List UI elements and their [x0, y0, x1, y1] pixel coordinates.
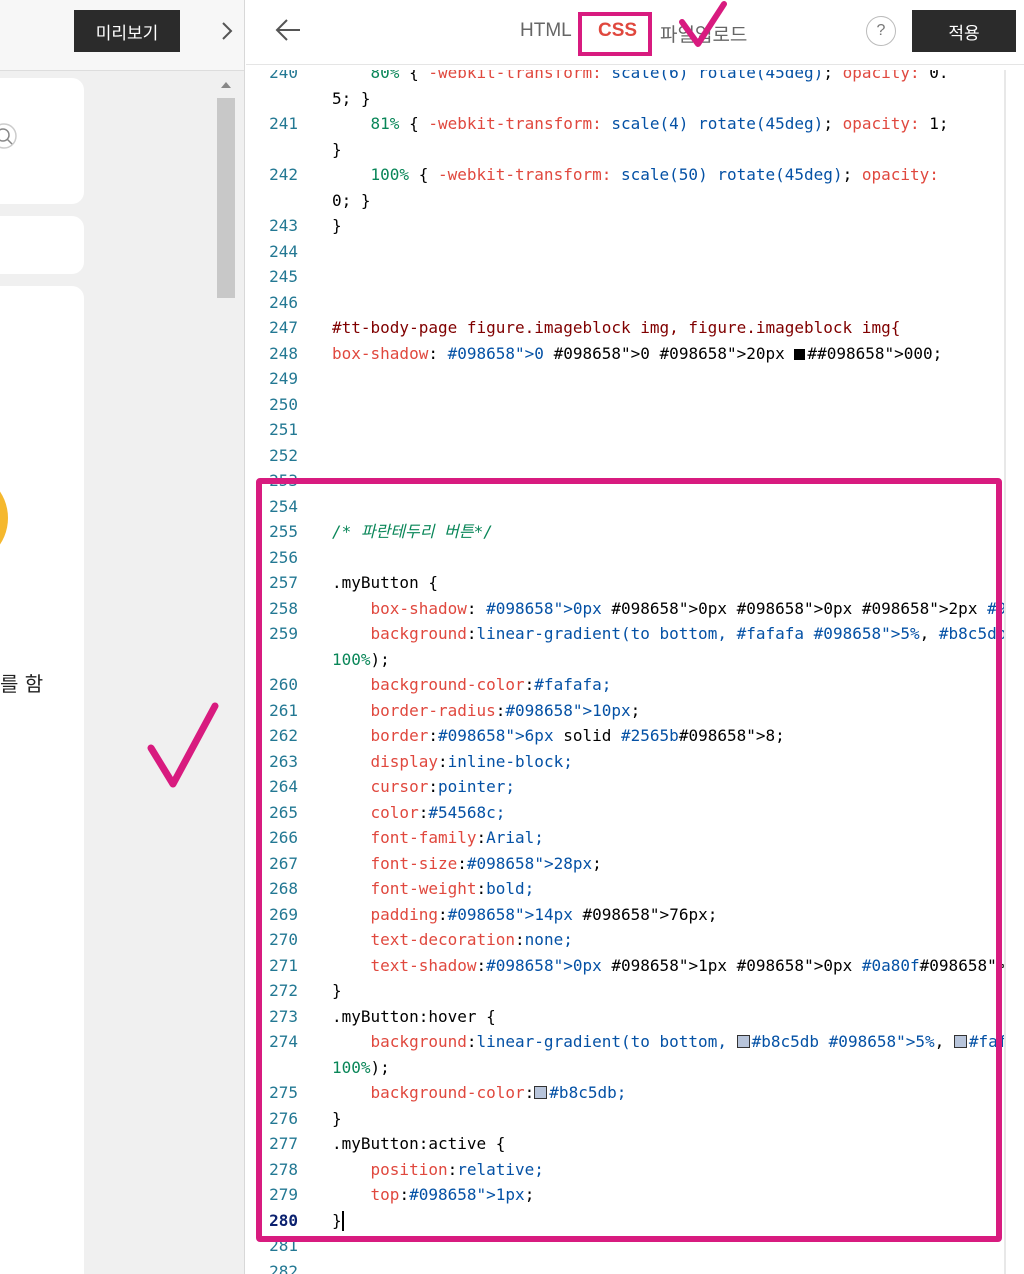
- chevron-right-icon[interactable]: [216, 18, 238, 44]
- editor-toolbar: HTML CSS 파일업로드 ? 적용: [246, 0, 1024, 65]
- highlight-annotation-box: [256, 478, 1002, 1242]
- code-line[interactable]: 247 #tt-body-page figure.imageblock img, …: [246, 315, 1006, 340]
- code-text: 80% { -webkit-transform: scale(6) rotate…: [370, 70, 949, 82]
- search-icon[interactable]: [0, 122, 26, 163]
- scroll-thumb[interactable]: [217, 98, 235, 298]
- line-number: 252: [269, 445, 298, 465]
- search-card: [0, 78, 84, 204]
- left-header: 미리보기: [0, 0, 244, 71]
- line-number: 242: [269, 165, 298, 184]
- checkmark-annotation-icon: [676, 0, 730, 55]
- code-line[interactable]: 0; }: [246, 188, 1006, 213]
- code-text: }: [332, 139, 342, 159]
- code-text: 81% { -webkit-transform: scale(4) rotate…: [370, 114, 949, 133]
- code-line[interactable]: 241 81% { -webkit-transform: scale(4) ro…: [246, 111, 1006, 136]
- line-number: 248: [269, 343, 298, 363]
- code-text: box-shadow: #098658">0 #098658">0 #09865…: [332, 343, 943, 363]
- apply-button[interactable]: 적용: [912, 10, 1016, 52]
- code-line[interactable]: 246: [246, 290, 1006, 315]
- line-number: 250: [269, 394, 298, 414]
- tab-html[interactable]: HTML: [520, 20, 572, 42]
- code-line[interactable]: 242 100% { -webkit-transform: scale(50) …: [246, 162, 1006, 187]
- preview-button[interactable]: 미리보기: [74, 10, 180, 52]
- code-text: #tt-body-page figure.imageblock img, fig…: [332, 318, 901, 337]
- line-number: 282: [269, 1261, 298, 1274]
- scroll-up-icon[interactable]: [221, 82, 231, 88]
- line-number: 241: [269, 114, 298, 133]
- editor-scrollbar[interactable]: [1004, 70, 1006, 1274]
- content-card: [0, 286, 84, 1274]
- line-number: 240: [269, 70, 298, 82]
- code-line[interactable]: 245: [246, 264, 1006, 289]
- line-number: 249: [269, 369, 298, 388]
- line-number: 247: [269, 318, 298, 337]
- code-line[interactable]: 243}: [246, 213, 1006, 238]
- code-line[interactable]: 5; }: [246, 86, 1006, 111]
- line-number: 244: [269, 241, 298, 261]
- left-panel: 미리보기 를 함: [0, 0, 245, 1274]
- code-text: 0; }: [332, 190, 371, 210]
- line-number: 251: [269, 420, 298, 439]
- line-number: 245: [269, 267, 298, 286]
- nav-card[interactable]: [0, 216, 84, 274]
- code-line[interactable]: 250: [246, 392, 1006, 417]
- code-line[interactable]: 244: [246, 239, 1006, 264]
- code-line[interactable]: 248 box-shadow: #098658">0 #098658">0 #09…: [246, 341, 1006, 366]
- code-line[interactable]: 240 80% { -webkit-transform: scale(6) ro…: [246, 70, 1006, 85]
- help-icon[interactable]: ?: [866, 16, 896, 46]
- line-number: 246: [269, 292, 298, 312]
- code-text: 100% { -webkit-transform: scale(50) rota…: [370, 165, 939, 184]
- code-line[interactable]: 249: [246, 366, 1006, 391]
- code-line[interactable]: 251: [246, 417, 1006, 442]
- back-arrow-icon[interactable]: [274, 16, 302, 49]
- partial-label: 를 함: [0, 672, 44, 696]
- line-number: 243: [269, 216, 298, 235]
- code-text: 5; }: [332, 88, 371, 108]
- code-line[interactable]: 282: [246, 1259, 1006, 1274]
- code-line[interactable]: 252: [246, 443, 1006, 468]
- checkmark-annotation-icon: [145, 700, 221, 797]
- code-line[interactable]: }: [246, 137, 1006, 162]
- css-tab-highlight: [578, 12, 652, 56]
- code-text: }: [332, 216, 342, 235]
- left-scrollbar[interactable]: [215, 78, 237, 1274]
